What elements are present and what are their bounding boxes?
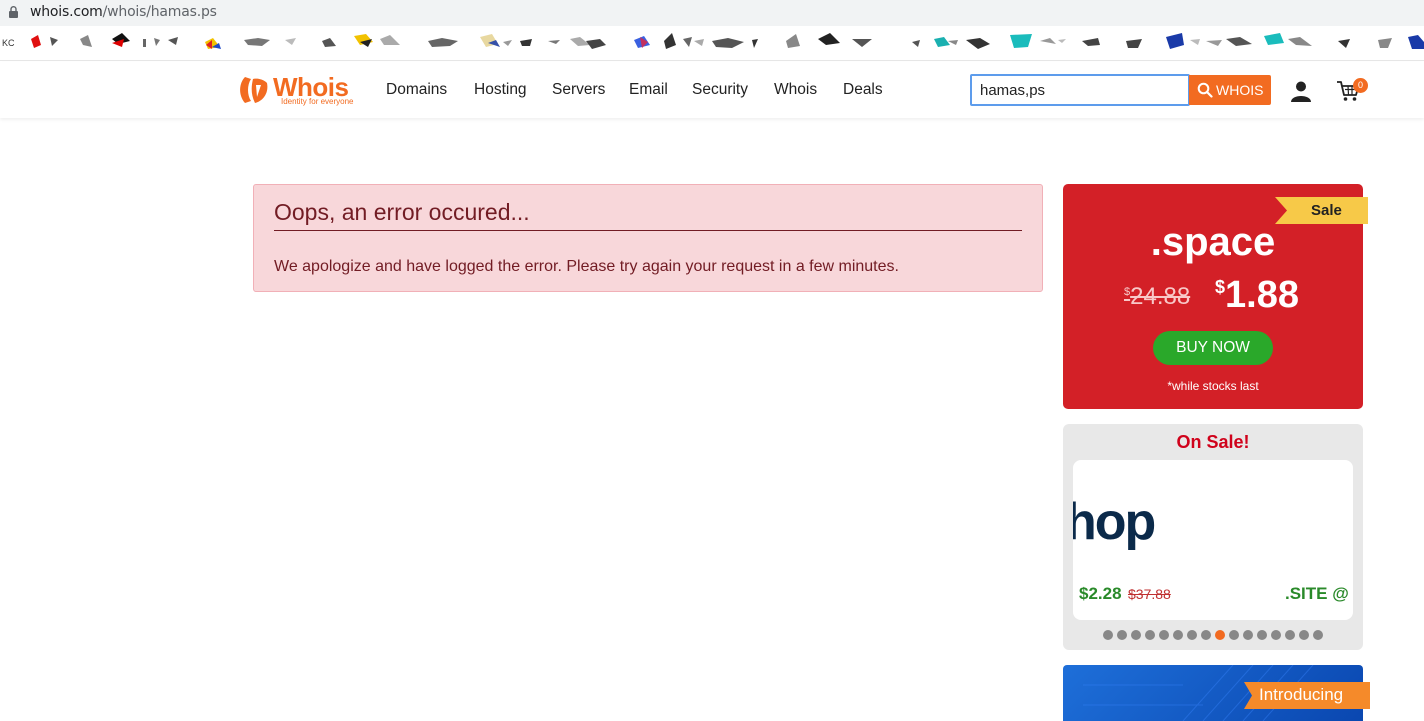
promo-note: *while stocks last (1167, 379, 1259, 393)
error-divider (274, 230, 1022, 231)
slide-price: $2.28 (1079, 584, 1122, 603)
carousel-dot[interactable] (1299, 630, 1309, 640)
nav-servers[interactable]: Servers (552, 81, 605, 99)
buy-now-button[interactable]: BUY NOW (1153, 331, 1273, 365)
slide-old-price: $37.88 (1128, 586, 1171, 602)
cart-count-badge: 0 (1353, 78, 1368, 93)
error-message: We apologize and have logged the error. … (274, 258, 899, 275)
nav-whois[interactable]: Whois (774, 81, 817, 99)
whois-search-input[interactable] (970, 74, 1190, 106)
carousel-dot[interactable] (1201, 630, 1211, 640)
carousel-dot[interactable] (1103, 630, 1113, 640)
sale-ribbon-label: Sale (1311, 202, 1342, 219)
new-price-value: 1.88 (1225, 274, 1299, 316)
carousel-dot[interactable] (1257, 630, 1267, 640)
promo-tld: .space (1150, 220, 1276, 264)
promo-new-price: $1.88 (1215, 274, 1299, 317)
carousel-dot[interactable] (1271, 630, 1281, 640)
carousel-dot[interactable] (1117, 630, 1127, 640)
error-title: Oops, an error occured... (274, 199, 530, 225)
promo-old-price: $24.88 (1124, 283, 1190, 311)
nav-deals[interactable]: Deals (843, 81, 883, 99)
carousel-dot[interactable] (1131, 630, 1141, 640)
browser-address-bar[interactable]: whois.com/whois/hamas.ps (0, 0, 1424, 26)
carousel-dot[interactable] (1215, 630, 1225, 640)
carousel-dot[interactable] (1187, 630, 1197, 640)
carousel-dot[interactable] (1145, 630, 1155, 640)
account-icon[interactable] (1290, 80, 1312, 102)
site-header: Whois Identity for everyone Domains Host… (0, 62, 1424, 118)
whois-logo[interactable]: Whois Identity for everyone (237, 72, 362, 107)
bookmarks-bar: KC (0, 27, 1424, 61)
carousel-dot[interactable] (1173, 630, 1183, 640)
introducing-tag: Introducing (1244, 682, 1370, 709)
sale-ribbon: Sale (1275, 197, 1368, 224)
bookmark-favicons[interactable] (0, 27, 1424, 61)
error-alert: Oops, an error occured... We apologize a… (253, 184, 1043, 292)
introducing-label: Introducing (1259, 685, 1344, 704)
search-icon (1197, 82, 1213, 98)
carousel-slide[interactable]: hop $2.28 $37.88 .SITE @ $ (1073, 460, 1353, 620)
on-sale-carousel: On Sale! hop $2.28 $37.88 .SITE @ $ (1063, 424, 1363, 650)
lock-icon (9, 6, 18, 18)
url-path: /whois/hamas.ps (102, 4, 217, 20)
nav-domains[interactable]: Domains (386, 81, 447, 99)
new-price-currency: $ (1215, 277, 1226, 297)
carousel-dot[interactable] (1159, 630, 1169, 640)
whois-search-button[interactable]: WHOIS (1189, 75, 1271, 105)
on-sale-title: On Sale! (1176, 432, 1250, 452)
carousel-dot[interactable] (1229, 630, 1239, 640)
nav-email[interactable]: Email (629, 81, 668, 99)
url-text[interactable]: whois.com/whois/hamas.ps (30, 4, 217, 20)
nav-security[interactable]: Security (692, 81, 748, 99)
nav-hosting[interactable]: Hosting (474, 81, 527, 99)
logo-tagline: Identity for everyone (281, 97, 354, 106)
logo-mark-icon (240, 77, 268, 103)
carousel-dot[interactable] (1243, 630, 1253, 640)
next-slide-label: .SITE @ $ (1285, 584, 1353, 603)
url-host: whois.com (30, 4, 103, 20)
carousel-dot[interactable] (1313, 630, 1323, 640)
slide-brand-text: hop (1073, 493, 1156, 551)
carousel-dot[interactable] (1285, 630, 1295, 640)
old-price-value: 24.88 (1130, 283, 1191, 310)
search-button-label: WHOIS (1216, 82, 1264, 98)
